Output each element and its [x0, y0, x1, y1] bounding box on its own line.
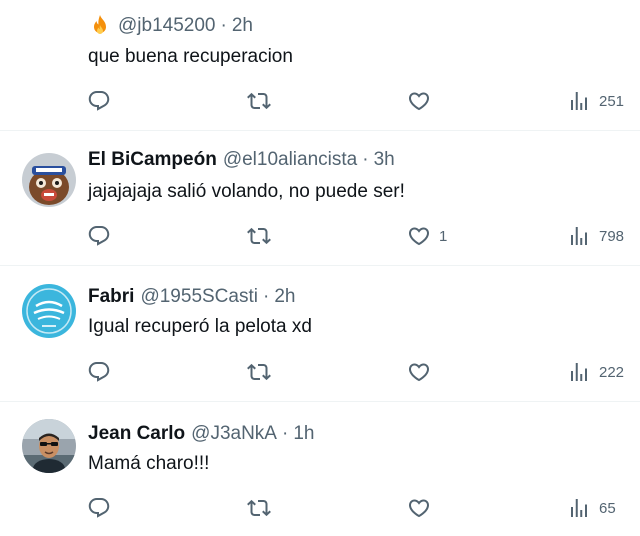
tweet-header: El BiCampeón @el10aliancista · 3h — [88, 149, 395, 171]
retweet-icon — [247, 496, 271, 520]
views-icon — [567, 496, 591, 520]
retweet-button[interactable] — [247, 221, 271, 251]
reply-tweet[interactable]: Jean Carlo @J3aNkA · 1h Mamá charo!!! 65 — [0, 402, 640, 536]
user-handle[interactable]: @J3aNkA — [191, 423, 277, 445]
tweet-text: Mamá charo!!! — [88, 453, 210, 474]
tweet-actions: 222 — [0, 357, 640, 387]
user-handle[interactable]: @1955SCasti — [140, 286, 258, 308]
retweet-button[interactable] — [247, 493, 271, 523]
user-display-name[interactable]: Fabri — [88, 286, 134, 308]
avatar[interactable] — [22, 153, 76, 207]
user-handle[interactable]: @el10aliancista — [223, 149, 357, 171]
reply-button[interactable] — [87, 221, 111, 251]
tweet-actions: 65 — [0, 493, 640, 523]
view-count: 251 — [599, 92, 625, 110]
views-icon — [567, 224, 591, 248]
like-icon — [407, 496, 431, 520]
views-button[interactable]: 798 — [567, 221, 624, 251]
retweet-button[interactable] — [247, 357, 271, 387]
like-icon — [407, 360, 431, 384]
views-button[interactable]: 251 — [567, 86, 624, 116]
reply-tweet[interactable]: Fabri @1955SCasti · 2h Igual recuperó la… — [0, 266, 640, 402]
like-button[interactable] — [407, 493, 431, 523]
separator-dot: · — [281, 423, 289, 444]
tweet-time[interactable]: 1h — [293, 423, 314, 445]
retweet-icon — [247, 224, 271, 248]
fire-emoji-icon — [88, 14, 112, 38]
tweet-header: Jean Carlo @J3aNkA · 1h — [88, 423, 314, 445]
retweet-button[interactable] — [247, 86, 271, 116]
reply-button[interactable] — [87, 357, 111, 387]
tweet-text: que buena recuperacion — [88, 46, 293, 67]
tweet-time[interactable]: 2h — [232, 15, 253, 37]
tweet-actions: 251 — [0, 86, 640, 116]
avatar[interactable] — [22, 284, 76, 338]
tweet-header: @jb145200 · 2h — [88, 14, 253, 38]
view-count: 65 — [599, 499, 616, 517]
like-icon — [407, 89, 431, 113]
views-icon — [567, 89, 591, 113]
view-count: 798 — [599, 227, 625, 245]
tweet-actions: 1 798 — [0, 221, 640, 251]
separator-dot: · — [262, 286, 270, 307]
like-button[interactable] — [407, 357, 431, 387]
tweet-text: Igual recuperó la pelota xd — [88, 316, 312, 337]
views-button[interactable]: 222 — [567, 357, 624, 387]
retweet-icon — [247, 360, 271, 384]
tweet-header: Fabri @1955SCasti · 2h — [88, 286, 295, 308]
view-count: 222 — [599, 363, 625, 381]
user-display-name[interactable]: El BiCampeón — [88, 149, 217, 171]
reply-icon — [87, 496, 111, 520]
like-button[interactable] — [407, 86, 431, 116]
avatar[interactable] — [22, 419, 76, 473]
user-display-name[interactable]: Jean Carlo — [88, 423, 185, 445]
like-button[interactable]: 1 — [407, 221, 447, 251]
like-count: 1 — [439, 227, 448, 245]
reply-tweet[interactable]: El BiCampeón @el10aliancista · 3h jajaja… — [0, 131, 640, 266]
reply-button[interactable] — [87, 86, 111, 116]
views-icon — [567, 360, 591, 384]
reply-icon — [87, 360, 111, 384]
separator-dot: · — [220, 15, 227, 36]
user-handle[interactable]: @jb145200 — [118, 15, 215, 37]
tweet-text: jajajajaja salió volando, no puede ser! — [88, 181, 405, 202]
views-button[interactable]: 65 — [567, 493, 616, 523]
reply-tweet[interactable]: @jb145200 · 2h que buena recuperacion 25… — [0, 0, 640, 131]
reply-icon — [87, 89, 111, 113]
separator-dot: · — [362, 149, 369, 170]
reply-icon — [87, 224, 111, 248]
reply-button[interactable] — [87, 493, 111, 523]
retweet-icon — [247, 89, 271, 113]
tweet-time[interactable]: 2h — [274, 286, 295, 308]
like-icon — [407, 224, 431, 248]
tweet-time[interactable]: 3h — [374, 149, 395, 171]
